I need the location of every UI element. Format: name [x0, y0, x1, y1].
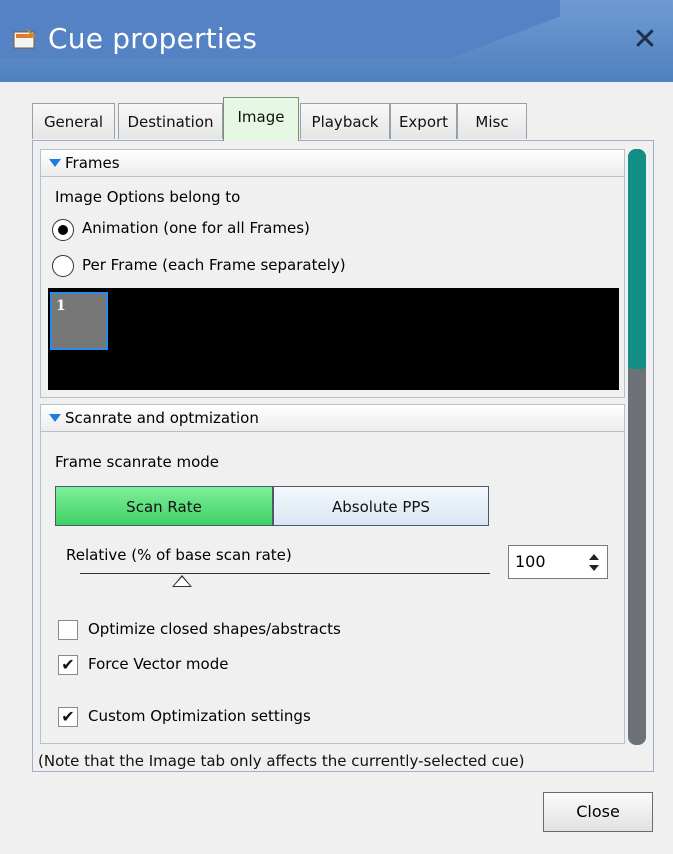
scanrate-slider-thumb[interactable] [172, 575, 192, 587]
tab-playback[interactable]: Playback [300, 103, 390, 139]
cue-properties-icon [13, 28, 36, 49]
scanrate-header-label: Scanrate and optmization [65, 409, 259, 427]
custom-optimization-checkbox[interactable]: ✔ [58, 707, 78, 727]
radio-animation[interactable] [52, 219, 74, 241]
radio-per-frame-label[interactable]: Per Frame (each Frame separately) [82, 256, 346, 274]
tab-misc[interactable]: Misc [457, 103, 527, 139]
radio-selected-dot [58, 225, 68, 235]
stepper-down-icon[interactable] [589, 565, 599, 571]
tab-destination[interactable]: Destination [118, 103, 223, 139]
absolute-pps-button[interactable]: Absolute PPS [273, 486, 489, 526]
close-button[interactable]: Close [543, 792, 653, 832]
scanrate-group-header[interactable]: Scanrate and optmization [40, 404, 625, 432]
relative-scanrate-label: Relative (% of base scan rate) [66, 546, 292, 564]
frame-scanrate-mode-label: Frame scanrate mode [55, 453, 220, 471]
frame-thumbnail[interactable]: 1 [50, 292, 108, 350]
stepper-value[interactable]: 100 [515, 552, 546, 571]
stepper-up-icon[interactable] [589, 554, 599, 560]
panel-scrollbar[interactable] [628, 149, 646, 745]
force-vector-label[interactable]: Force Vector mode [88, 655, 228, 673]
frame-filmstrip[interactable]: 1 [48, 288, 619, 390]
title-bar: Cue properties ✕ [0, 0, 673, 82]
tab-export[interactable]: Export [390, 103, 457, 139]
window-title: Cue properties [48, 22, 258, 55]
image-options-label: Image Options belong to [55, 188, 241, 206]
scrollbar-thumb[interactable] [628, 149, 646, 369]
tab-image[interactable]: Image [223, 97, 299, 141]
expand-triangle-icon [49, 159, 61, 167]
force-vector-checkbox[interactable]: ✔ [58, 655, 78, 675]
optimize-closed-checkbox[interactable] [58, 620, 78, 640]
relative-scanrate-stepper[interactable]: 100 [508, 545, 608, 579]
radio-animation-label[interactable]: Animation (one for all Frames) [82, 219, 310, 237]
frames-group-header[interactable]: Frames [40, 149, 625, 177]
custom-optimization-label[interactable]: Custom Optimization settings [88, 707, 311, 725]
scanrate-slider-track[interactable] [80, 573, 490, 574]
scanrate-group [40, 432, 625, 744]
optimize-closed-label[interactable]: Optimize closed shapes/abstracts [88, 620, 341, 638]
frames-header-label: Frames [65, 154, 120, 172]
radio-per-frame[interactable] [52, 255, 74, 277]
tab-general[interactable]: General [32, 103, 115, 139]
expand-triangle-icon [49, 414, 61, 422]
scan-rate-button[interactable]: Scan Rate [55, 486, 273, 526]
image-tab-note: (Note that the Image tab only affects th… [38, 752, 525, 770]
window-close-icon[interactable]: ✕ [620, 20, 670, 60]
